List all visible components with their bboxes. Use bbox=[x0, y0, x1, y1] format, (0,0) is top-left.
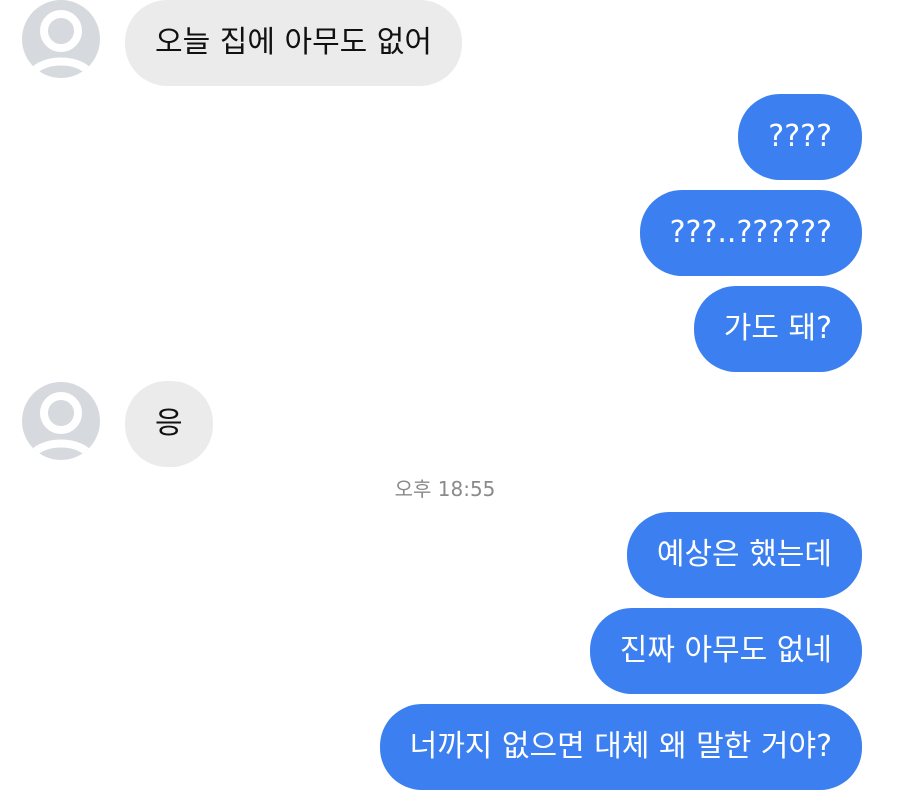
message-text: ???? bbox=[768, 119, 832, 154]
message-text: 응 bbox=[155, 406, 183, 441]
outgoing-message-bubble[interactable]: 가도 돼? bbox=[693, 286, 862, 372]
outgoing-message-bubble[interactable]: 진짜 아무도 없네 bbox=[589, 608, 862, 694]
message-text: 진짜 아무도 없네 bbox=[619, 633, 832, 668]
message-text: 예상은 했는데 bbox=[656, 537, 832, 572]
message-timestamp: 오후 18:55 bbox=[394, 477, 496, 501]
incoming-message-bubble[interactable]: 응 bbox=[125, 381, 213, 467]
outgoing-message-bubble[interactable]: ???..?????? bbox=[639, 190, 862, 276]
outgoing-message-bubble[interactable]: 너까지 없으면 대체 왜 말한 거야? bbox=[379, 704, 862, 790]
person-silhouette-icon bbox=[26, 392, 96, 460]
message-text: 너까지 없으면 대체 왜 말한 거야? bbox=[409, 729, 832, 764]
outgoing-message-bubble[interactable]: ???? bbox=[738, 94, 862, 180]
message-text: ???..?????? bbox=[669, 215, 832, 250]
outgoing-message-bubble[interactable]: 예상은 했는데 bbox=[626, 512, 862, 598]
default-profile-icon[interactable] bbox=[22, 0, 100, 78]
incoming-message-bubble[interactable]: 오늘 집에 아무도 없어 bbox=[125, 0, 463, 86]
message-text: 오늘 집에 아무도 없어 bbox=[155, 25, 433, 60]
message-text: 가도 돼? bbox=[723, 311, 832, 346]
person-silhouette-icon bbox=[26, 10, 96, 78]
default-profile-icon[interactable] bbox=[22, 382, 100, 460]
